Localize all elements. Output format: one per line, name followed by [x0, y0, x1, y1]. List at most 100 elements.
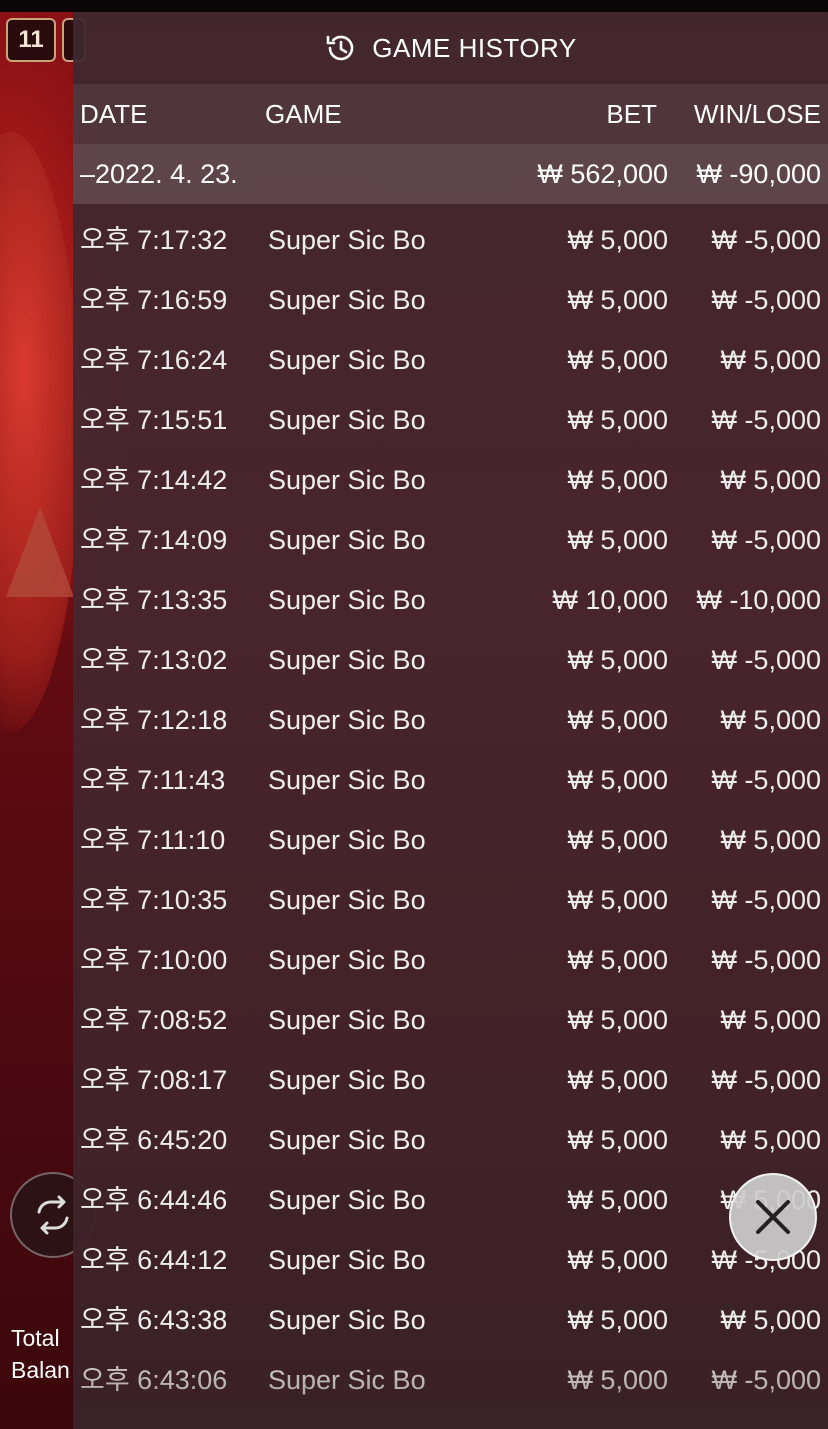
row-time: 오후 6:44:46: [80, 1185, 228, 1215]
row-bet: ₩ 5,000: [567, 945, 668, 975]
row-game: Super Sic Bo: [268, 525, 426, 555]
row-time: 오후 7:13:35: [80, 585, 228, 615]
table-header: DATE GAME BET WIN/LOSE: [73, 84, 828, 144]
history-row[interactable]: 오후 7:14:09 Super Sic Bo ₩ 5,000 ₩ -5,000: [73, 510, 828, 570]
row-game: Super Sic Bo: [268, 1185, 426, 1215]
row-game: Super Sic Bo: [268, 585, 426, 615]
row-bet: ₩ 5,000: [567, 645, 668, 675]
row-result: ₩ -5,000: [711, 765, 821, 795]
row-result: ₩ 5,000: [720, 1125, 821, 1155]
game-history-panel: GAME HISTORY DATE GAME BET WIN/LOSE –202…: [73, 12, 828, 1429]
row-time: 오후 6:45:20: [80, 1125, 228, 1155]
row-game: Super Sic Bo: [268, 885, 426, 915]
row-game: Super Sic Bo: [268, 645, 426, 675]
row-bet: ₩ 5,000: [567, 825, 668, 855]
panel-title: GAME HISTORY: [372, 32, 577, 63]
row-time: 오후 7:16:24: [80, 345, 228, 375]
history-row[interactable]: 오후 7:12:18 Super Sic Bo ₩ 5,000 ₩ 5,000: [73, 690, 828, 750]
row-game: Super Sic Bo: [268, 945, 426, 975]
repeat-icon: [37, 1195, 69, 1235]
history-row[interactable]: 오후 7:08:52 Super Sic Bo ₩ 5,000 ₩ 5,000: [73, 990, 828, 1050]
dealer-video-detail: [6, 507, 74, 597]
row-bet: ₩ 5,000: [567, 225, 668, 255]
row-time: 오후 7:11:43: [80, 765, 226, 795]
row-game: Super Sic Bo: [268, 465, 426, 495]
row-time: 오후 7:14:09: [80, 525, 228, 555]
history-row[interactable]: 오후 6:44:46Super Sic Bo₩ 5,000₩ 5,000: [73, 1170, 828, 1230]
row-result: ₩ -5,000: [711, 285, 821, 315]
history-row[interactable]: 오후 7:08:17 Super Sic Bo ₩ 5,000 ₩ -5,000: [73, 1050, 828, 1110]
row-result: ₩ 5,000: [720, 465, 821, 495]
row-result: ₩ -5,000: [711, 525, 821, 555]
row-time: 오후 7:10:00: [80, 945, 228, 975]
row-time: 오후 7:16:59: [80, 285, 228, 315]
row-time: 오후 7:17:32: [80, 225, 228, 255]
row-game: Super Sic Bo: [268, 405, 426, 435]
row-result: ₩ -5,000: [711, 225, 821, 255]
total-balance-label-line2: Balan: [11, 1357, 70, 1383]
history-row[interactable]: 오후 7:10:00 Super Sic Bo ₩ 5,000 ₩ -5,000: [73, 930, 828, 990]
history-row[interactable]: 오후 6:43:06 Super Sic Bo ₩ 5,000 ₩ -5,000: [73, 1350, 828, 1410]
round-badge: 11: [6, 18, 56, 62]
row-game: Super Sic Bo: [268, 1305, 426, 1335]
row-bet: ₩ 5,000: [567, 765, 668, 795]
row-game: Super Sic Bo: [268, 1065, 426, 1095]
row-bet: ₩ 5,000: [567, 1365, 668, 1395]
row-game: Super Sic Bo: [268, 1365, 426, 1395]
column-header-win-lose: WIN/LOSE: [693, 99, 821, 129]
row-game: Super Sic Bo: [268, 285, 426, 315]
history-row[interactable]: 오후 6:43:38 Super Sic Bo ₩ 5,000 ₩ 5,000: [73, 1290, 828, 1350]
row-time: 오후 6:43:06: [80, 1365, 228, 1395]
row-bet: ₩ 5,000: [567, 1005, 668, 1035]
history-row[interactable]: 오후 6:44:12 Super Sic Bo ₩ 5,000 ₩ -5,000: [73, 1230, 828, 1290]
history-row[interactable]: 오후 7:13:35 Super Sic Bo ₩ 10,000 ₩ -10,000: [73, 570, 828, 630]
row-bet: ₩ 5,000: [567, 1305, 668, 1335]
row-game: Super Sic Bo: [268, 765, 426, 795]
row-game: Super Sic Bo: [268, 1005, 426, 1035]
row-time: 오후 7:08:52: [80, 1005, 228, 1035]
row-result: ₩ -5,000: [711, 885, 821, 915]
history-row[interactable]: 오후 7:16:24 Super Sic Bo ₩ 5,000 ₩ 5,000: [73, 330, 828, 390]
row-time: 오후 7:14:42: [80, 465, 228, 495]
date-group-row[interactable]: –2022. 4. 23. ₩ 562,000 ₩ -90,000: [73, 144, 828, 204]
panel-title-bar: GAME HISTORY: [73, 12, 828, 84]
history-row[interactable]: 오후 7:13:02 Super Sic Bo ₩ 5,000 ₩ -5,000: [73, 630, 828, 690]
row-result: ₩ 5,000: [720, 345, 821, 375]
row-time: 오후 7:10:35: [80, 885, 228, 915]
row-result: ₩ 5,000: [720, 825, 821, 855]
close-icon: [756, 1200, 790, 1234]
row-game: Super Sic Bo: [268, 705, 426, 735]
row-game: Super Sic Bo: [268, 1125, 426, 1155]
history-row[interactable]: 오후 7:14:42 Super Sic Bo ₩ 5,000 ₩ 5,000: [73, 450, 828, 510]
history-row[interactable]: 오후 7:17:32 Super Sic Bo ₩ 5,000 ₩ -5,000: [73, 210, 828, 270]
history-row[interactable]: 오후 7:11:10 Super Sic Bo ₩ 5,000 ₩ 5,000: [73, 810, 828, 870]
total-balance-label: Total Balan: [11, 1322, 70, 1386]
history-row[interactable]: 오후 6:45:20 Super Sic Bo ₩ 5,000 ₩ 5,000: [73, 1110, 828, 1170]
history-list[interactable]: 오후 7:17:32 Super Sic Bo ₩ 5,000 ₩ -5,000 오후 …: [73, 210, 828, 1410]
status-bar: [0, 0, 828, 12]
close-button[interactable]: [729, 1173, 817, 1261]
history-row[interactable]: 오후 7:10:35 Super Sic Bo ₩ 5,000 ₩ -5,000: [73, 870, 828, 930]
row-time: 오후 7:15:51: [80, 405, 228, 435]
column-header-game: GAME: [265, 99, 342, 129]
row-bet: ₩ 10,000: [552, 585, 668, 615]
history-clock-icon: [326, 35, 354, 61]
row-result: ₩ -5,000: [711, 1365, 821, 1395]
row-bet: ₩ 5,000: [567, 1185, 668, 1215]
row-time: 오후 7:12:18: [80, 705, 228, 735]
row-time: 오후 7:11:10: [80, 825, 226, 855]
row-game: Super Sic Bo: [268, 1245, 426, 1275]
history-row[interactable]: 오후 7:16:59 Super Sic Bo ₩ 5,000 ₩ -5,000: [73, 270, 828, 330]
row-bet: ₩ 5,000: [567, 345, 668, 375]
row-bet: ₩ 5,000: [567, 405, 668, 435]
row-game: Super Sic Bo: [268, 225, 426, 255]
column-header-bet: BET: [606, 99, 657, 129]
row-time: 오후 6:43:38: [80, 1305, 228, 1335]
column-header-date: DATE: [80, 99, 148, 129]
row-bet: ₩ 5,000: [567, 885, 668, 915]
history-row[interactable]: 오후 7:15:51 Super Sic Bo ₩ 5,000 ₩ -5,000: [73, 390, 828, 450]
row-game: Super Sic Bo: [268, 345, 426, 375]
row-time: 오후 6:44:12: [80, 1245, 228, 1275]
row-result: ₩ -5,000: [711, 405, 821, 435]
history-row[interactable]: 오후 7:11:43 Super Sic Bo ₩ 5,000 ₩ -5,000: [73, 750, 828, 810]
